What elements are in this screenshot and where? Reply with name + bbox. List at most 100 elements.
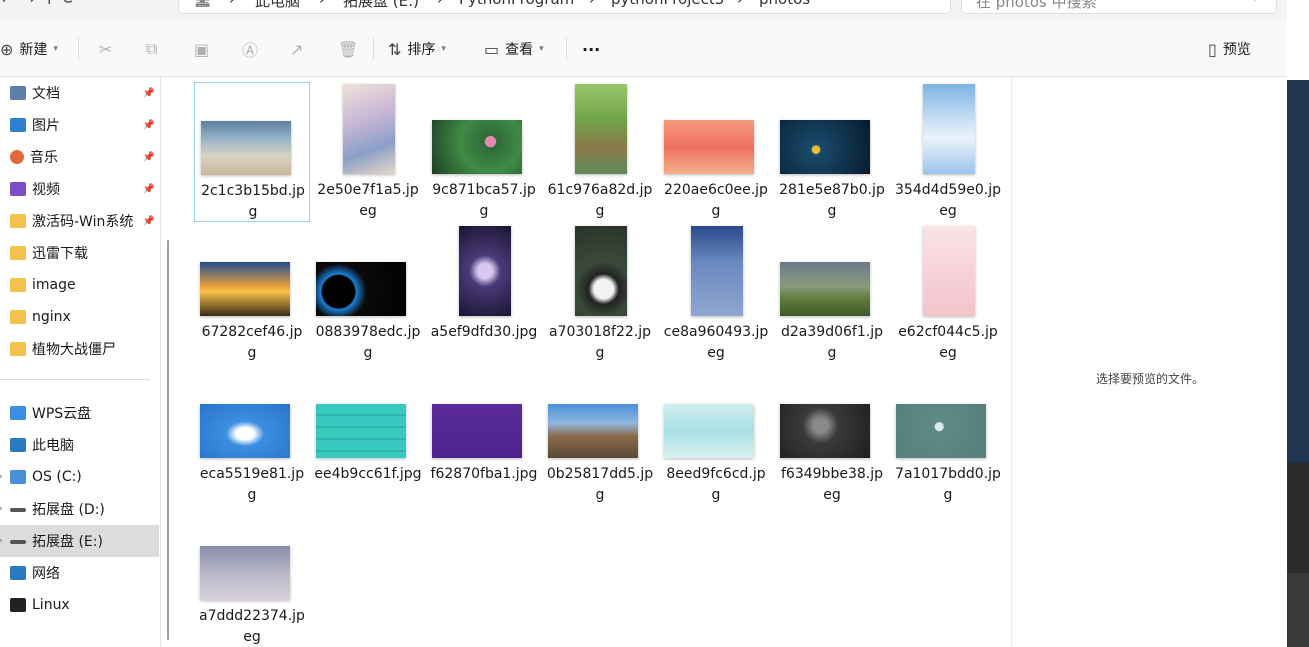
file-tile[interactable]: 8eed9fc6cd.jpg bbox=[658, 366, 774, 506]
toolbar-divider bbox=[78, 38, 79, 60]
sidebar-item[interactable]: 文档 📌 bbox=[0, 77, 159, 109]
sidebar-item[interactable]: › 拓展盘 (D:) bbox=[0, 493, 159, 525]
file-tile[interactable]: 281e5e87b0.jpg bbox=[774, 82, 890, 222]
sidebar-item[interactable]: 音乐 📌 bbox=[0, 141, 159, 173]
file-name: 61c976a82d.jpg bbox=[547, 182, 653, 219]
desktop-band bbox=[1287, 80, 1309, 463]
sidebar-item[interactable]: 此电脑 bbox=[0, 429, 159, 461]
file-tile[interactable]: f6349bbe38.jpeg bbox=[774, 366, 890, 506]
file-tile[interactable]: 0883978edc.jpg bbox=[310, 224, 426, 364]
sidebar-item-label: 视频 bbox=[32, 182, 60, 198]
pin-icon: 📌 bbox=[142, 151, 155, 163]
file-tile[interactable]: 7a1017bdd0.jpg bbox=[890, 366, 1006, 506]
file-tile[interactable]: 9c871bca57.jpg bbox=[426, 82, 542, 222]
breadcrumb-item[interactable]: pythonProject3 bbox=[611, 0, 724, 8]
file-tile[interactable]: 61c976a82d.jpg bbox=[542, 82, 658, 222]
clipboard-icon: ▣ bbox=[194, 39, 210, 59]
expand-chevron-icon[interactable]: › bbox=[0, 536, 3, 546]
sidebar-item[interactable]: WPS云盘 bbox=[0, 397, 159, 429]
sidebar-item[interactable]: 迅雷下载 bbox=[0, 237, 159, 269]
sidebar-item-label: 网络 bbox=[32, 566, 60, 582]
navigation-buttons[interactable]: ← → ↑ ⟳ bbox=[0, 0, 78, 9]
sidebar-item[interactable]: 网络 bbox=[0, 557, 159, 589]
image-thumbnail bbox=[691, 226, 743, 316]
sidebar-item[interactable]: image bbox=[0, 269, 159, 301]
file-tile[interactable]: e62cf044c5.jpeg bbox=[890, 224, 1006, 364]
file-tile[interactable]: f62870fba1.jpg bbox=[426, 366, 542, 506]
file-tile[interactable]: 0b25817dd5.jpg bbox=[542, 366, 658, 506]
file-name: 67282cef46.jpg bbox=[201, 324, 303, 361]
sidebar-item[interactable]: › OS (C:) bbox=[0, 461, 159, 493]
drive-icon bbox=[10, 540, 26, 544]
sidebar-item-label: 激活码-Win系统 bbox=[32, 214, 134, 230]
new-button[interactable]: ⊕ 新建 ▾ bbox=[0, 34, 58, 64]
view-label: 查看 bbox=[505, 42, 534, 58]
file-tile[interactable]: d2a39d06f1.jpg bbox=[774, 224, 890, 364]
file-tile[interactable]: eca5519e81.jpg bbox=[194, 366, 310, 506]
expand-chevron-icon[interactable]: › bbox=[0, 472, 3, 482]
file-tile[interactable]: a5ef9dfd30.jpg bbox=[426, 224, 542, 364]
image-thumbnail bbox=[575, 84, 627, 174]
sidebar-item[interactable]: 图片 📌 bbox=[0, 109, 159, 141]
sidebar-item-label: 文档 bbox=[32, 86, 60, 102]
breadcrumb-separator: › bbox=[737, 0, 743, 8]
sort-button[interactable]: ⇅ 排序 ▾ bbox=[388, 34, 446, 64]
sidebar-item[interactable]: 植物大战僵尸 bbox=[0, 333, 159, 365]
breadcrumb-item[interactable]: photos bbox=[759, 0, 810, 8]
new-label: 新建 bbox=[19, 42, 48, 58]
trash-icon: 🗑 bbox=[338, 39, 359, 59]
file-tile[interactable]: 354d4d59e0.jpeg bbox=[890, 82, 1006, 222]
more-options-button[interactable]: ··· bbox=[582, 34, 600, 64]
sort-icon: ⇅ bbox=[388, 39, 402, 59]
toolbar-divider bbox=[373, 38, 374, 60]
file-name: eca5519e81.jpg bbox=[199, 466, 305, 503]
sidebar-item-label: WPS云盘 bbox=[32, 406, 92, 422]
share-button[interactable]: ↗ bbox=[290, 34, 303, 64]
image-thumbnail bbox=[780, 404, 870, 458]
paste-button[interactable]: ▣ bbox=[194, 34, 209, 64]
file-tile[interactable]: 67282cef46.jpg bbox=[194, 224, 310, 364]
view-button[interactable]: ▭ 查看 ▾ bbox=[484, 34, 544, 64]
desktop-band bbox=[1287, 573, 1309, 647]
image-thumbnail bbox=[316, 404, 406, 458]
chevron-down-icon: ▾ bbox=[441, 44, 446, 54]
file-tile[interactable]: 220ae6c0ee.jpg bbox=[658, 82, 774, 222]
file-tile[interactable]: ee4b9cc61f.jpg bbox=[310, 366, 426, 506]
file-name: 281e5e87b0.jpg bbox=[779, 182, 885, 219]
sidebar-item[interactable]: › 拓展盘 (E:) bbox=[0, 525, 159, 557]
preview-pane-button[interactable]: ▯ 预览 bbox=[1208, 34, 1251, 64]
file-name: 0883978edc.jpg bbox=[315, 324, 421, 361]
sidebar-item[interactable]: 视频 📌 bbox=[0, 173, 159, 205]
copy-button[interactable]: ⧉ bbox=[146, 34, 157, 64]
file-tile[interactable]: a7ddd22374.jpeg bbox=[194, 508, 310, 647]
file-tile[interactable]: ce8a960493.jpeg bbox=[658, 224, 774, 364]
sidebar-item-label: image bbox=[32, 277, 76, 293]
breadcrumb-item[interactable]: PythonProgram bbox=[459, 0, 574, 8]
sidebar-scrollbar[interactable] bbox=[167, 240, 169, 640]
expand-chevron-icon[interactable]: › bbox=[0, 504, 3, 514]
screen: ← → ↑ ⟳ 🖥 › 此电脑 › 拓展盘 (E:) › PythonProgr… bbox=[0, 0, 1309, 647]
file-name: ce8a960493.jpeg bbox=[663, 324, 769, 361]
sidebar-item[interactable]: 激活码-Win系统 📌 bbox=[0, 205, 159, 237]
delete-button[interactable]: 🗑 bbox=[338, 34, 358, 64]
file-name: 8eed9fc6cd.jpg bbox=[666, 466, 766, 503]
search-input[interactable]: 在 photos 中搜索 ⌕ bbox=[961, 0, 1277, 14]
image-thumbnail bbox=[432, 404, 522, 458]
file-tile[interactable]: 2e50e7f1a5.jpeg bbox=[310, 82, 426, 222]
sidebar-item[interactable]: Linux bbox=[0, 589, 159, 621]
computer-icon: 🖥 bbox=[193, 0, 212, 8]
file-tile[interactable]: 2c1c3b15bd.jpg bbox=[194, 82, 310, 222]
rename-button[interactable]: Ⓐ bbox=[242, 34, 258, 64]
scissors-icon: ✂ bbox=[99, 39, 113, 59]
image-thumbnail bbox=[432, 120, 522, 174]
file-tile[interactable]: a703018f22.jpg bbox=[542, 224, 658, 364]
image-thumbnail bbox=[200, 404, 290, 458]
address-bar[interactable]: 🖥 › 此电脑 › 拓展盘 (E:) › PythonProgram › pyt… bbox=[178, 0, 951, 14]
cut-button[interactable]: ✂ bbox=[99, 34, 112, 64]
sidebar-item[interactable]: nginx bbox=[0, 301, 159, 333]
chevron-down-icon: ▾ bbox=[539, 44, 544, 54]
breadcrumb-item[interactable]: 此电脑 bbox=[255, 0, 300, 11]
breadcrumb-item[interactable]: 拓展盘 (E:) bbox=[343, 0, 419, 11]
sidebar-item-label: 拓展盘 (E:) bbox=[32, 534, 103, 550]
music-icon bbox=[10, 150, 24, 164]
